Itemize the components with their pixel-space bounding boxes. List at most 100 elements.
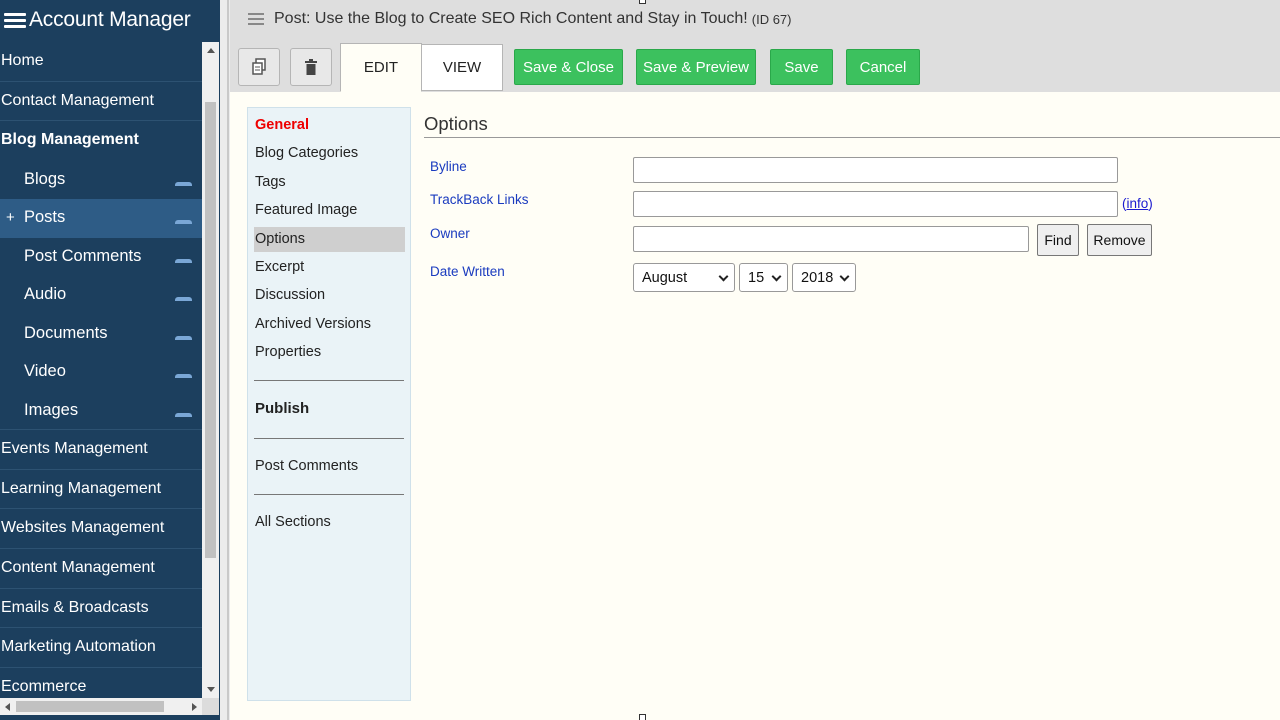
section-archived-versions[interactable]: Archived Versions: [254, 312, 405, 337]
section-publish[interactable]: Publish: [254, 396, 405, 421]
section-blog-categories[interactable]: Blog Categories: [254, 141, 405, 166]
sidebar-item-label: Blogs: [24, 169, 66, 188]
sidebar-item-label: Content Management: [1, 559, 155, 577]
sidebar-header: Account Manager: [0, 0, 220, 40]
collapse-icon[interactable]: [175, 258, 192, 263]
divider: [254, 438, 404, 439]
sidebar-item-label: Video: [24, 362, 66, 381]
hamburger-menu-icon[interactable]: [4, 12, 26, 28]
section-discussion[interactable]: Discussion: [254, 283, 405, 308]
sidebar-splitter[interactable]: [220, 0, 230, 720]
sidebar-item-label: Contact Management: [1, 91, 154, 109]
remove-button[interactable]: Remove: [1087, 224, 1152, 256]
scrollbar-thumb[interactable]: [16, 701, 164, 712]
find-button[interactable]: Find: [1037, 224, 1079, 256]
day-value: 15: [748, 269, 765, 286]
sidebar-item-ecommerce[interactable]: Ecommerce: [0, 668, 202, 698]
save-preview-button[interactable]: Save & Preview: [636, 49, 756, 85]
month-value: August: [642, 269, 688, 286]
section-general[interactable]: General: [254, 113, 405, 138]
sidebar-item-events-management[interactable]: Events Management: [0, 430, 202, 470]
collapse-icon[interactable]: [175, 297, 192, 302]
sidebar-item-contact-management[interactable]: Contact Management: [0, 82, 202, 122]
scroll-left-icon[interactable]: [5, 703, 10, 711]
sidebar-item-label: Images: [24, 400, 79, 419]
scroll-right-icon[interactable]: [192, 703, 197, 711]
year-select[interactable]: 2018: [792, 263, 856, 292]
date-written-label: Date Written: [430, 264, 505, 279]
copy-button[interactable]: [238, 48, 280, 86]
collapse-icon[interactable]: [175, 335, 192, 340]
chevron-down-icon: [771, 271, 782, 282]
scroll-up-icon[interactable]: [207, 48, 215, 53]
sidebar-item-images[interactable]: Images: [0, 392, 202, 431]
sidebar-nav: Home Contact Management Blog Management …: [0, 42, 202, 698]
sidebar-item-marketing-automation[interactable]: Marketing Automation: [0, 628, 202, 668]
tab-view[interactable]: VIEW: [421, 44, 503, 91]
drag-handle-icon[interactable]: [248, 13, 264, 25]
section-menu: General Blog Categories Tags Featured Im…: [247, 107, 411, 701]
sidebar-horizontal-scrollbar[interactable]: [0, 698, 202, 715]
collapse-icon[interactable]: [175, 412, 192, 417]
scroll-down-icon[interactable]: [207, 687, 215, 692]
sidebar-item-documents[interactable]: Documents: [0, 315, 202, 354]
sidebar-item-video[interactable]: Video: [0, 353, 202, 392]
collapse-icon[interactable]: [175, 181, 192, 186]
section-excerpt[interactable]: Excerpt: [254, 255, 405, 280]
byline-input[interactable]: [633, 157, 1118, 183]
section-all-sections[interactable]: All Sections: [254, 510, 405, 535]
sidebar-item-content-management[interactable]: Content Management: [0, 549, 202, 589]
day-select[interactable]: 15: [739, 263, 788, 292]
section-heading-rule: [424, 137, 1280, 138]
sidebar-item-websites-management[interactable]: Websites Management: [0, 509, 202, 550]
tab-edit[interactable]: EDIT: [340, 43, 422, 92]
trackback-input[interactable]: [633, 191, 1118, 217]
year-value: 2018: [801, 269, 834, 286]
sidebar-item-home[interactable]: Home: [0, 42, 202, 82]
sidebar-item-label: Audio: [24, 285, 67, 304]
delete-button[interactable]: [290, 48, 332, 86]
trackback-label: TrackBack Links: [430, 192, 529, 207]
sidebar-item-label: Marketing Automation: [1, 638, 156, 656]
sidebar-item-post-comments[interactable]: Post Comments: [0, 238, 202, 277]
app-title: Account Manager: [29, 8, 191, 31]
sidebar-vertical-scrollbar[interactable]: [202, 42, 219, 698]
collapse-icon[interactable]: [175, 220, 192, 225]
info-link[interactable]: (info): [1122, 196, 1153, 211]
sidebar: Account Manager Home Contact Management …: [0, 0, 220, 720]
trash-icon: [305, 59, 317, 75]
owner-input[interactable]: [633, 226, 1029, 252]
sidebar-item-learning-management[interactable]: Learning Management: [0, 470, 202, 510]
section-heading: Options: [424, 113, 488, 134]
sidebar-item-posts[interactable]: + Posts: [0, 199, 202, 238]
sidebar-item-blogs[interactable]: Blogs: [0, 161, 202, 200]
sidebar-item-emails-broadcasts[interactable]: Emails & Broadcasts: [0, 589, 202, 629]
byline-label: Byline: [430, 159, 467, 174]
section-properties[interactable]: Properties: [254, 340, 405, 365]
plus-icon[interactable]: +: [6, 199, 15, 236]
resize-handle-bottom[interactable]: [639, 714, 646, 720]
section-options[interactable]: Options: [254, 227, 405, 252]
sidebar-item-label: Home: [1, 52, 44, 69]
info-link-text[interactable]: info: [1127, 196, 1149, 211]
scrollbar-thumb[interactable]: [205, 102, 216, 558]
section-tags[interactable]: Tags: [254, 170, 405, 195]
page-title-text: Post: Use the Blog to Create SEO Rich Co…: [274, 10, 748, 27]
cancel-button[interactable]: Cancel: [846, 49, 920, 85]
divider: [254, 380, 404, 381]
sidebar-item-label: Events Management: [1, 440, 148, 458]
sidebar-item-label: Blog Management: [1, 131, 139, 149]
save-close-button[interactable]: Save & Close: [514, 49, 623, 85]
collapse-icon[interactable]: [175, 374, 192, 379]
sidebar-item-label: Post Comments: [24, 246, 142, 265]
sidebar-item-label: Posts: [24, 208, 66, 227]
section-post-comments[interactable]: Post Comments: [254, 454, 405, 479]
chevron-down-icon: [839, 271, 850, 282]
save-button[interactable]: Save: [770, 49, 833, 85]
month-select[interactable]: August: [633, 263, 735, 292]
section-featured-image[interactable]: Featured Image: [254, 198, 405, 223]
sidebar-item-label: Websites Management: [1, 519, 165, 537]
sidebar-item-audio[interactable]: Audio: [0, 276, 202, 315]
sidebar-item-blog-management[interactable]: Blog Management: [0, 121, 202, 161]
resize-handle-top[interactable]: [639, 0, 646, 4]
